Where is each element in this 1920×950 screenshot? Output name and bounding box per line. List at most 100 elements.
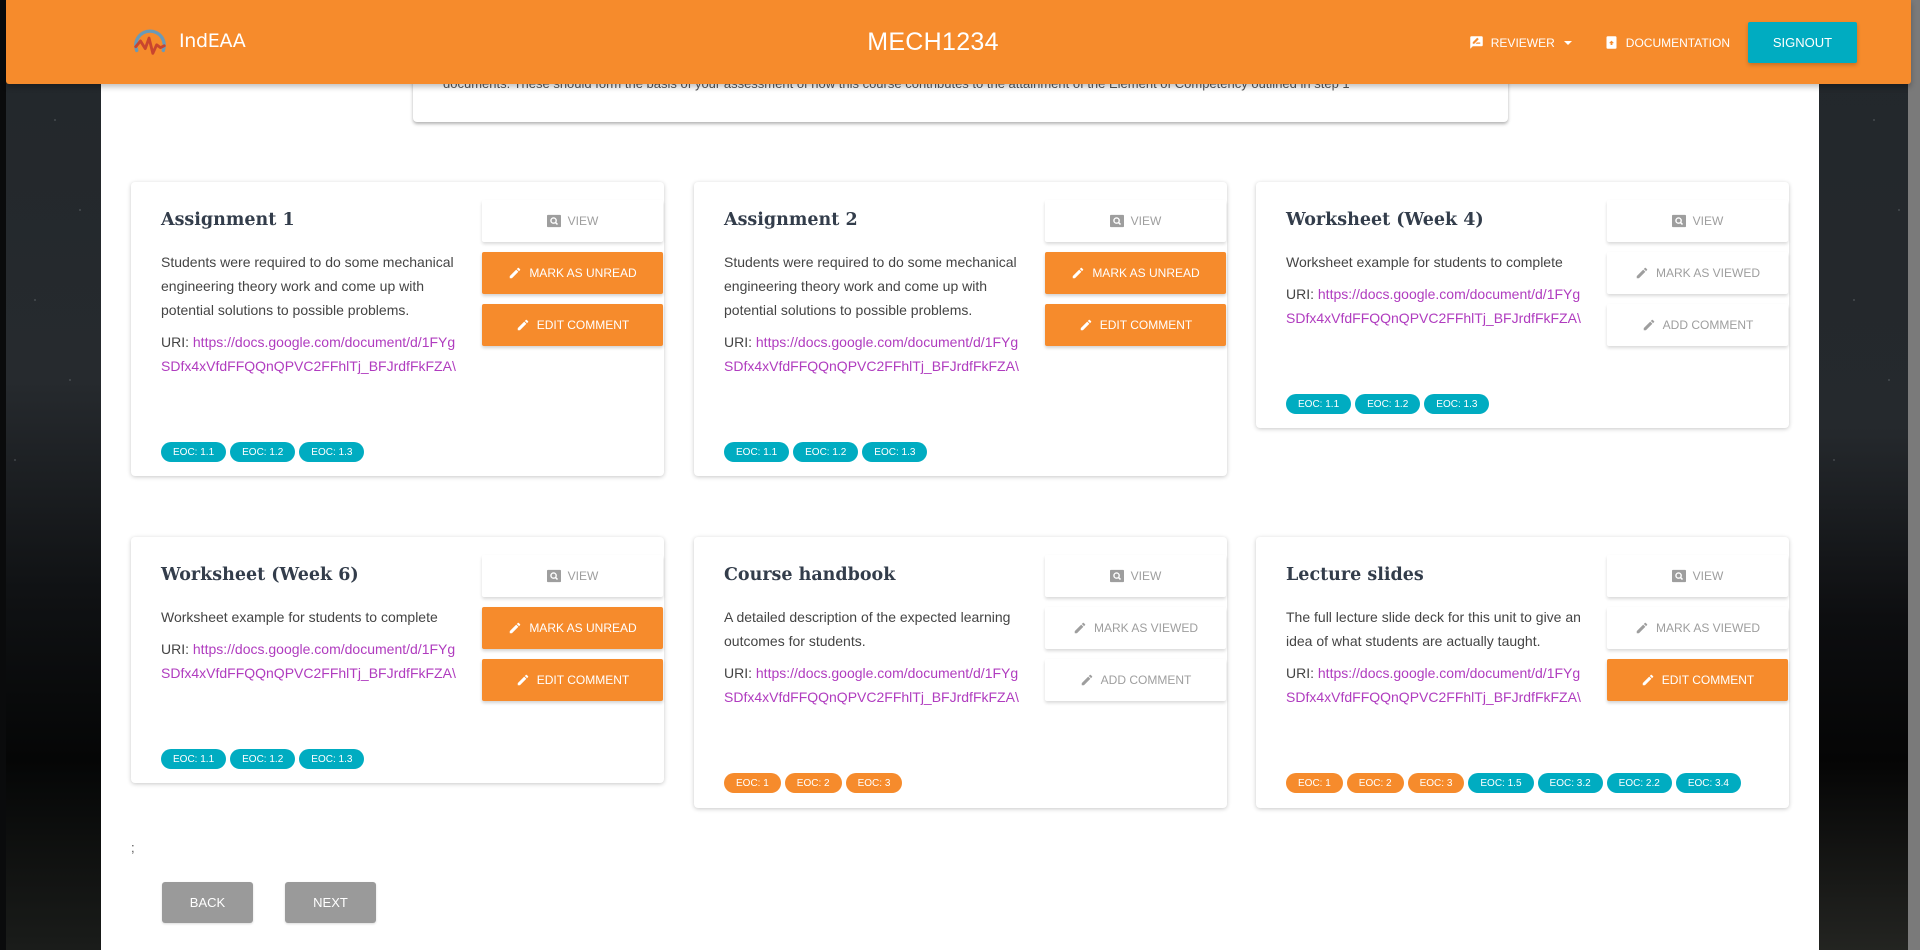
- view-button[interactable]: VIEW: [482, 200, 663, 242]
- document-card: Lecture slides The full lecture slide de…: [1256, 537, 1789, 808]
- comment-label: EDIT COMMENT: [1099, 318, 1193, 332]
- view-label: VIEW: [567, 214, 599, 228]
- uri-label: URI:: [1286, 665, 1314, 681]
- card-description: Worksheet example for students to comple…: [1286, 254, 1563, 270]
- document-card: Course handbook A detailed description o…: [694, 537, 1227, 808]
- view-button[interactable]: VIEW: [482, 555, 663, 597]
- book-icon: [1606, 36, 1617, 49]
- mark-label: MARK AS UNREAD: [1092, 266, 1200, 280]
- eoc-tag: EOC: 2: [784, 773, 842, 793]
- add-comment-button[interactable]: ADD COMMENT: [1607, 304, 1788, 346]
- documentation-link[interactable]: DOCUMENTATION: [1588, 23, 1746, 63]
- mark-as-unread-button[interactable]: MARK AS UNREAD: [1045, 252, 1226, 294]
- view-button[interactable]: VIEW: [1045, 555, 1226, 597]
- background-right: [1819, 0, 1920, 950]
- uri-link[interactable]: https://docs.google.com/document/d/1FYgS…: [1286, 286, 1581, 326]
- eoc-tag: EOC: 1: [1286, 773, 1343, 793]
- document-card: Assignment 2 Students were required to d…: [694, 182, 1227, 476]
- mark-as-viewed-button[interactable]: MARK AS VIEWED: [1607, 252, 1788, 294]
- reviewer-label: REVIEWER: [1490, 35, 1555, 50]
- eoc-tag: EOC: 1.1: [161, 442, 227, 462]
- eoc-tags: EOC: 1.1 EOC: 1.2 EOC: 1.3: [724, 442, 928, 462]
- background-left: [0, 0, 101, 950]
- eoc-tags: EOC: 1.1 EOC: 1.2 EOC: 1.3: [161, 442, 365, 462]
- pencil-icon: [1636, 267, 1648, 279]
- card-title: Worksheet (Week 4): [1286, 210, 1484, 230]
- pencil-icon: [1642, 674, 1654, 686]
- pencil-icon: [1081, 674, 1092, 686]
- mark-as-unread-button[interactable]: MARK AS UNREAD: [482, 252, 663, 294]
- top-navbar: IndEAA MECH1234 REVIEWER DOCUMENTATION S…: [6, 0, 1911, 84]
- search-icon: [1109, 569, 1124, 583]
- pencil-icon: [1643, 319, 1654, 331]
- view-button[interactable]: VIEW: [1045, 200, 1226, 242]
- uri-label: URI:: [724, 665, 752, 681]
- signout-button[interactable]: SIGNOUT: [1748, 22, 1857, 63]
- eoc-tags: EOC: 1.1 EOC: 1.2 EOC: 1.3: [161, 749, 365, 769]
- eoc-tag: EOC: 1.1: [1286, 394, 1352, 414]
- comment-label: EDIT COMMENT: [536, 318, 630, 332]
- view-button[interactable]: VIEW: [1607, 555, 1788, 597]
- document-card: Worksheet (Week 6) Worksheet example for…: [131, 537, 664, 783]
- main-content: documents. These should form the basis o…: [101, 0, 1819, 950]
- comment-label: EDIT COMMENT: [536, 673, 630, 687]
- eoc-tag: EOC: 1.3: [299, 442, 365, 462]
- view-label: VIEW: [1692, 569, 1724, 583]
- uri-link[interactable]: https://docs.google.com/document/d/1FYgS…: [1286, 665, 1581, 705]
- back-button[interactable]: BACK: [162, 882, 253, 923]
- edit-comment-button[interactable]: EDIT COMMENT: [1045, 304, 1226, 346]
- reviewer-dropdown[interactable]: REVIEWER: [1453, 23, 1588, 63]
- next-button[interactable]: NEXT: [285, 882, 376, 923]
- chevron-down-icon: [1563, 40, 1572, 45]
- eoc-tag: EOC: 1.3: [862, 442, 928, 462]
- mark-label: MARK AS VIEWED: [1655, 621, 1761, 635]
- uri-link[interactable]: https://docs.google.com/document/d/1FYgS…: [724, 334, 1019, 374]
- uri-link[interactable]: https://docs.google.com/document/d/1FYgS…: [161, 334, 456, 374]
- search-icon: [1109, 214, 1124, 228]
- card-title: Assignment 2: [724, 210, 858, 230]
- comment-label: ADD COMMENT: [1100, 673, 1192, 687]
- edit-comment-button[interactable]: EDIT COMMENT: [482, 659, 663, 701]
- eoc-tags: EOC: 1 EOC: 2 EOC: 3 EOC: 1.5 EOC: 3.2 E…: [1286, 773, 1741, 793]
- brand-name: IndEAA: [179, 30, 246, 52]
- pencil-icon: [510, 267, 521, 279]
- eoc-tag: EOC: 1.2: [793, 442, 859, 462]
- card-title: Assignment 1: [161, 210, 295, 230]
- uri-label: URI:: [161, 334, 189, 350]
- add-comment-button[interactable]: ADD COMMENT: [1045, 659, 1226, 701]
- pencil-icon: [517, 319, 529, 331]
- mark-label: MARK AS UNREAD: [529, 266, 637, 280]
- edit-comment-button[interactable]: EDIT COMMENT: [1607, 659, 1788, 701]
- card-description: Students were required to do some mechan…: [161, 254, 454, 318]
- eoc-tag: EOC: 1.5: [1468, 773, 1534, 793]
- brand[interactable]: IndEAA: [131, 22, 246, 60]
- uri-link[interactable]: https://docs.google.com/document/d/1FYgS…: [724, 665, 1019, 705]
- eoc-tag: EOC: 3: [845, 773, 903, 793]
- comment-label: ADD COMMENT: [1662, 318, 1754, 332]
- edit-comment-button[interactable]: EDIT COMMENT: [482, 304, 663, 346]
- mark-as-viewed-button[interactable]: MARK AS VIEWED: [1045, 607, 1226, 649]
- pencil-icon: [1636, 622, 1648, 634]
- mark-as-unread-button[interactable]: MARK AS UNREAD: [482, 607, 663, 649]
- card-title: Course handbook: [724, 565, 896, 585]
- rate-review-icon: [1470, 36, 1483, 49]
- view-button[interactable]: VIEW: [1607, 200, 1788, 242]
- view-label: VIEW: [1130, 214, 1162, 228]
- uri-label: URI:: [724, 334, 752, 350]
- course-code-title: MECH1234: [867, 28, 999, 56]
- pencil-icon: [1080, 319, 1092, 331]
- eoc-tag: EOC: 3.4: [1675, 773, 1741, 793]
- eoc-tag: EOC: 1.3: [1424, 394, 1490, 414]
- card-uri: URI: https://docs.google.com/document/d/…: [1286, 282, 1586, 330]
- search-icon: [546, 569, 561, 583]
- view-label: VIEW: [1692, 214, 1724, 228]
- eoc-tag: EOC: 1.3: [299, 749, 365, 769]
- eoc-tag: EOC: 1.1: [724, 442, 790, 462]
- card-uri: URI: https://docs.google.com/document/d/…: [161, 637, 461, 685]
- eoc-tag: EOC: 1: [724, 773, 781, 793]
- mark-label: MARK AS VIEWED: [1093, 621, 1199, 635]
- pencil-icon: [510, 622, 521, 634]
- uri-link[interactable]: https://docs.google.com/document/d/1FYgS…: [161, 641, 456, 681]
- mark-as-viewed-button[interactable]: MARK AS VIEWED: [1607, 607, 1788, 649]
- comment-label: EDIT COMMENT: [1661, 673, 1755, 687]
